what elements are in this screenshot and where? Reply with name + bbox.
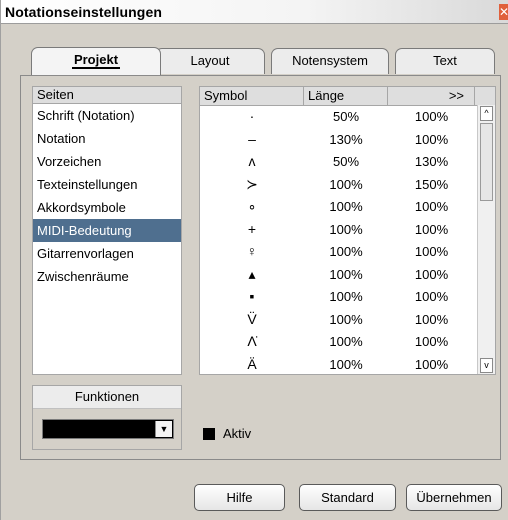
column-header-laenge[interactable]: Länge — [304, 87, 388, 105]
functions-box: Funktionen ▼ — [32, 385, 182, 450]
value-cell: 100% — [414, 289, 449, 304]
length-cell: 50% — [332, 154, 360, 169]
value-cell: 100% — [414, 334, 449, 349]
column-header-symbol[interactable]: Symbol — [200, 87, 304, 105]
dialog-window: Notationseinstellungen ✕ Layout Notensys… — [0, 0, 508, 520]
page-item-akkordsymbole[interactable]: Akkordsymbole — [33, 196, 181, 219]
apply-button[interactable]: Übernehmen — [406, 484, 502, 511]
table-row[interactable]: ʌ 50% 130% — [200, 150, 475, 173]
symbol-cell: Λ̇ — [247, 333, 257, 349]
symbol-cell: ʌ — [248, 153, 256, 169]
symbol-cell: ▴ — [248, 265, 256, 282]
midi-meaning-table: Symbol Länge >> · 50% 100% – 130% 100% ʌ 50% 130… — [199, 86, 496, 375]
page-item-gitarrenvorlagen[interactable]: Gitarrenvorlagen — [33, 242, 181, 265]
scroll-down-icon[interactable]: v — [480, 358, 493, 373]
close-icon[interactable]: ✕ — [499, 4, 508, 20]
scroll-thumb[interactable] — [480, 123, 493, 201]
page-item-notation[interactable]: Notation — [33, 127, 181, 150]
table-row[interactable]: ∘ 100% 100% — [200, 195, 475, 218]
tab-layout[interactable]: Layout — [155, 48, 265, 74]
aktiv-label: Aktiv — [223, 426, 252, 441]
tab-notensystem-label: Notensystem — [292, 53, 368, 68]
table-header: Symbol Länge >> — [200, 87, 495, 106]
length-cell: 100% — [329, 199, 363, 214]
table-row[interactable]: Ä 100% 100% — [200, 353, 475, 376]
table-row[interactable]: ▴ 100% 100% — [200, 263, 475, 286]
default-button[interactable]: Standard — [299, 484, 396, 511]
pages-header: Seiten — [32, 86, 182, 104]
tab-projekt[interactable]: Projekt — [31, 47, 161, 75]
value-cell: 100% — [414, 109, 449, 124]
symbol-cell: V̈ — [247, 310, 257, 327]
tab-text-label: Text — [433, 53, 457, 68]
length-cell: 100% — [329, 311, 363, 327]
symbol-cell: – — [248, 130, 256, 147]
length-cell: 130% — [329, 131, 363, 147]
table-row[interactable]: – 130% 100% — [200, 128, 475, 151]
tab-bar: Layout Notensystem Text Projekt — [31, 47, 501, 76]
functions-select[interactable]: ▼ — [42, 419, 174, 439]
value-cell: 100% — [414, 311, 449, 327]
value-cell: 100% — [414, 199, 449, 214]
table-row[interactable]: +100% 100% — [200, 218, 475, 241]
page-item-texteinstellungen[interactable]: Texteinstellungen — [33, 173, 181, 196]
length-cell: 100% — [329, 289, 363, 304]
aktiv-checkbox-box[interactable] — [203, 428, 215, 440]
length-cell: 100% — [329, 244, 363, 259]
tab-layout-label: Layout — [190, 53, 230, 68]
length-cell: 100% — [329, 356, 363, 372]
table-row[interactable]: ♀ 100% 100% — [200, 240, 475, 263]
table-row[interactable]: Λ̇ 100% 100% — [200, 330, 475, 353]
value-cell: 150% — [414, 176, 449, 192]
tab-projekt-label: Projekt — [71, 52, 121, 69]
value-cell: 100% — [414, 131, 449, 147]
page-item-vorzeichen[interactable]: Vorzeichen — [33, 150, 181, 173]
symbol-cell: ▪ — [249, 288, 255, 304]
table-row[interactable]: ▪ 100% 100% — [200, 285, 475, 308]
length-cell: 50% — [332, 109, 360, 124]
tab-text[interactable]: Text — [395, 48, 495, 74]
page-item-schrift[interactable]: Schrift (Notation) — [33, 104, 181, 127]
page-item-zwischenraeume[interactable]: Zwischenräume — [33, 265, 181, 288]
value-cell: 100% — [414, 244, 449, 259]
window-title: Notationseinstellungen — [5, 4, 162, 20]
value-cell: 100% — [414, 221, 449, 237]
help-button[interactable]: Hilfe — [194, 484, 285, 511]
length-cell: 100% — [329, 176, 363, 192]
table-scrollbar[interactable]: ^ v — [477, 105, 495, 374]
length-cell: 100% — [329, 334, 363, 349]
value-cell: 100% — [414, 266, 449, 282]
functions-header: Funktionen — [33, 386, 181, 409]
scroll-up-icon[interactable]: ^ — [480, 106, 493, 121]
symbol-cell: · — [249, 108, 255, 124]
page-item-midi-bedeutung[interactable]: MIDI-Bedeutung — [33, 219, 181, 242]
symbol-cell: ∘ — [247, 198, 257, 214]
table-row[interactable]: ≻ 100% 150% — [200, 173, 475, 196]
symbol-cell: ≻ — [246, 175, 258, 192]
value-cell: 100% — [414, 356, 449, 372]
table-row[interactable]: V̈ 100% 100% — [200, 308, 475, 331]
column-header-more[interactable]: >> — [388, 87, 475, 105]
length-cell: 100% — [329, 266, 363, 282]
chevron-down-icon[interactable]: ▼ — [155, 421, 172, 437]
symbol-cell: + — [247, 220, 257, 237]
pages-list: Schrift (Notation) Notation Vorzeichen T… — [32, 104, 182, 375]
length-cell: 100% — [329, 221, 363, 237]
table-row[interactable]: · 50% 100% — [200, 105, 475, 128]
tab-notensystem[interactable]: Notensystem — [271, 48, 389, 74]
symbol-cell: Ä — [247, 355, 257, 372]
symbol-cell: ♀ — [246, 243, 258, 259]
title-bar[interactable]: Notationseinstellungen ✕ — [1, 0, 508, 24]
value-cell: 130% — [414, 154, 449, 169]
